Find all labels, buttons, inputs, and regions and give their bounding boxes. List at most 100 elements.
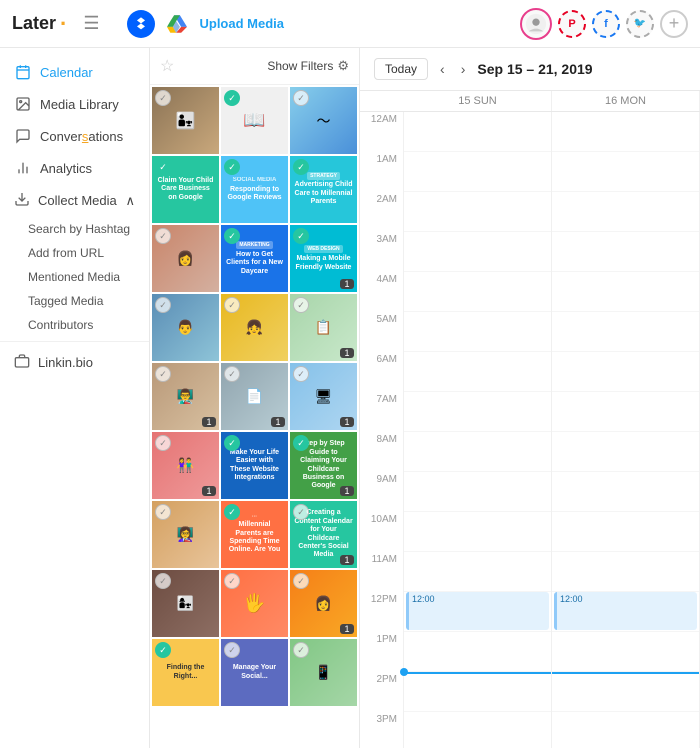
hour-cell[interactable] (404, 472, 551, 512)
list-item[interactable]: 📱 ✓ (290, 639, 357, 706)
list-item[interactable]: 〜 ✓ (290, 87, 357, 154)
list-item[interactable]: 👩 ✓ (152, 225, 219, 292)
collect-media-label: Collect Media (38, 193, 117, 208)
list-item[interactable]: Creating a Content Calendar for Your Chi… (290, 501, 357, 568)
gdrive-icon[interactable] (163, 10, 191, 38)
list-item[interactable]: 👧 ✓ (221, 294, 288, 361)
sidebar-sub-url[interactable]: Add from URL (0, 241, 149, 265)
list-item[interactable]: 📋 ✓ 1 (290, 294, 357, 361)
sidebar-item-analytics[interactable]: Analytics (0, 152, 149, 184)
star-icon[interactable]: ☆ (160, 56, 174, 76)
list-item[interactable]: SOCIAL MEDIA Responding to Google Review… (221, 156, 288, 223)
hour-cell[interactable] (404, 632, 551, 672)
hour-cell[interactable] (552, 512, 699, 552)
hour-cell[interactable] (552, 192, 699, 232)
list-item[interactable]: 🖐 ✓ (221, 570, 288, 637)
list-item[interactable]: 👩‍👧 ✓ (152, 570, 219, 637)
day-header-sun: 15 SUN (404, 91, 552, 111)
hour-cell[interactable] (404, 232, 551, 272)
add-account-button[interactable]: + (660, 10, 688, 38)
sidebar-item-media-library[interactable]: Media Library (0, 88, 149, 120)
social-icon-twitter[interactable]: 🐦 (626, 10, 654, 38)
list-item[interactable]: STRATEGY Advertising Child Care to Mille… (290, 156, 357, 223)
select-overlay: ✓ (293, 366, 309, 382)
hour-cell[interactable] (552, 472, 699, 512)
next-week-button[interactable]: › (457, 59, 470, 79)
hour-cell[interactable] (552, 432, 699, 472)
time-label-1pm: 1PM (360, 632, 404, 672)
today-button[interactable]: Today (374, 58, 428, 80)
sidebar-sub-hashtag[interactable]: Search by Hashtag (0, 217, 149, 241)
hour-cell[interactable] (404, 152, 551, 192)
sidebar-sub-tagged[interactable]: Tagged Media (0, 289, 149, 313)
show-filters-label: Show Filters (267, 59, 333, 73)
sidebar-item-calendar[interactable]: Calendar (0, 56, 149, 88)
hour-cell[interactable] (404, 192, 551, 232)
hour-cell[interactable] (552, 392, 699, 432)
hour-cell[interactable] (404, 392, 551, 432)
list-item[interactable]: WEB DESIGN Making a Mobile Friendly Webs… (290, 225, 357, 292)
profile-avatar[interactable] (520, 8, 552, 40)
hour-cell[interactable] (552, 632, 699, 672)
hour-cell[interactable] (552, 672, 699, 712)
media-panel: ☆ Show Filters ⚙ 👨‍👧 ✓ 📖 ✓ 〜 ✓ (150, 48, 360, 748)
hour-cell[interactable] (552, 312, 699, 352)
hour-cell[interactable] (404, 672, 551, 712)
sidebar-analytics-label: Analytics (40, 161, 92, 176)
list-item[interactable]: 👩‍🏫 ✓ (152, 501, 219, 568)
sidebar-item-collect-media[interactable]: Collect Media ∧ (0, 184, 149, 217)
list-item[interactable]: Manage Your Social... ✓ (221, 639, 288, 706)
hour-cell[interactable] (404, 352, 551, 392)
upload-media-button[interactable]: Upload Media (199, 16, 284, 31)
media-panel-header: ☆ Show Filters ⚙ (150, 48, 359, 85)
list-item[interactable]: MARKETING How to Get Clients for a New D… (221, 225, 288, 292)
list-item[interactable]: Make Your Life Easier with These Website… (221, 432, 288, 499)
hour-cell[interactable] (552, 112, 699, 152)
hour-cell[interactable] (552, 352, 699, 392)
hour-cell[interactable] (552, 232, 699, 272)
hour-cell[interactable] (552, 152, 699, 192)
list-item[interactable]: 👫 ✓ 1 (152, 432, 219, 499)
list-item[interactable]: 📄 ✓ 1 (221, 363, 288, 430)
calendar-event[interactable]: 12:00 (554, 592, 697, 630)
analytics-icon (14, 159, 32, 177)
list-item[interactable]: Step by Step Guide to Claiming Your Chil… (290, 432, 357, 499)
select-overlay: ✓ (224, 159, 240, 175)
sidebar-item-conversations[interactable]: Conversations (0, 120, 149, 152)
list-item[interactable]: Finding the Right... ✓ (152, 639, 219, 706)
hamburger-icon[interactable]: ☰ (83, 13, 99, 34)
social-icon-pinterest[interactable]: P (558, 10, 586, 38)
hour-cell[interactable] (552, 712, 699, 748)
list-item[interactable]: 🖥 ✓ 1 (290, 363, 357, 430)
list-item[interactable]: Claim Your Child Care Business on Google… (152, 156, 219, 223)
sidebar-item-linkin[interactable]: Linkin.bio (0, 346, 149, 379)
hour-cell[interactable] (404, 272, 551, 312)
list-item[interactable]: 👨‍👧 ✓ (152, 87, 219, 154)
select-overlay: ✓ (155, 297, 171, 313)
dropbox-icon[interactable] (127, 10, 155, 38)
hour-cell[interactable] (552, 552, 699, 592)
social-icon-facebook[interactable]: f (592, 10, 620, 38)
list-item[interactable]: 👩 ✓ 1 (290, 570, 357, 637)
list-item[interactable]: 👨 ✓ (152, 294, 219, 361)
hour-cell[interactable] (404, 312, 551, 352)
badge: 1 (340, 555, 354, 565)
sidebar-sub-contributors[interactable]: Contributors (0, 313, 149, 337)
hour-cell[interactable] (404, 112, 551, 152)
calendar-event[interactable]: 12:00 (406, 592, 549, 630)
hour-cell[interactable] (404, 512, 551, 552)
hour-cell[interactable] (404, 712, 551, 748)
hour-cell[interactable] (552, 272, 699, 312)
hour-cell[interactable] (404, 432, 551, 472)
list-item[interactable]: 👨‍🏫 ✓ 1 (152, 363, 219, 430)
hour-cell[interactable] (404, 552, 551, 592)
time-label-5am: 5AM (360, 312, 404, 352)
sidebar-sub-mentioned[interactable]: Mentioned Media (0, 265, 149, 289)
sidebar-conversations-label: Conversations (40, 129, 123, 144)
list-item[interactable]: 📖 ✓ (221, 87, 288, 154)
list-item[interactable]: ··· Millennial Parents are Spending Time… (221, 501, 288, 568)
prev-week-button[interactable]: ‹ (436, 59, 449, 79)
day-number: 15 SUN (404, 95, 551, 107)
filter-row[interactable]: Show Filters ⚙ (267, 58, 349, 74)
select-overlay: ✓ (155, 159, 171, 175)
